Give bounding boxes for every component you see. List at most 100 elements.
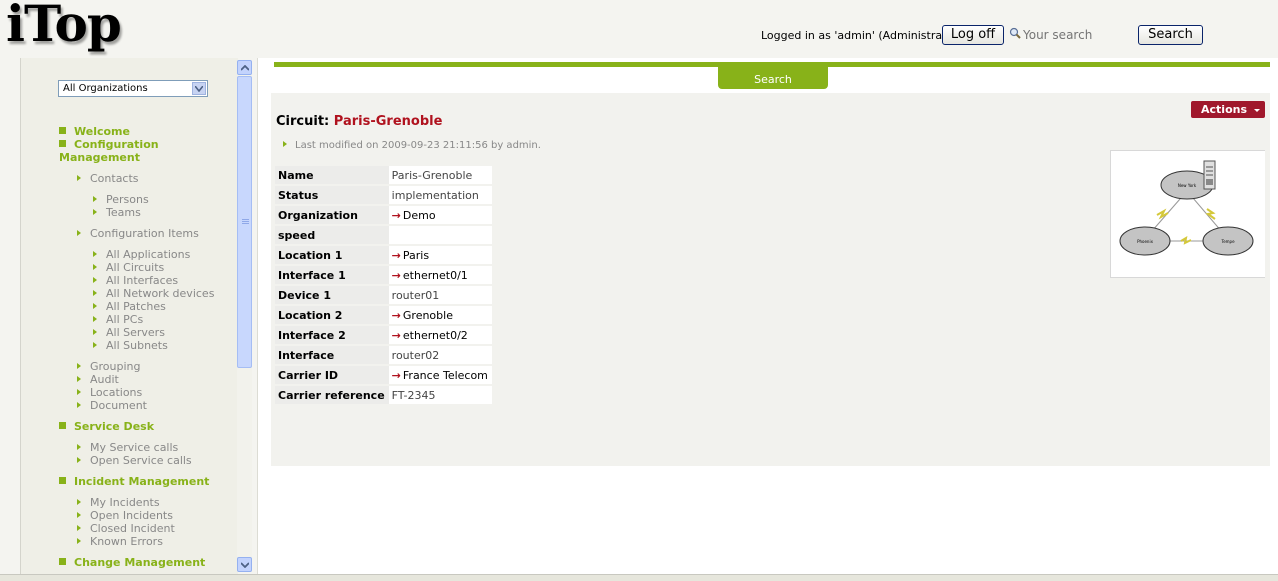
attribute-row: Interface 2 → ethernet0/2 bbox=[275, 326, 492, 344]
attribute-value[interactable]: → Demo bbox=[388, 206, 492, 224]
attribute-row: speed bbox=[275, 226, 492, 244]
itop-logo[interactable]: iTop bbox=[6, 0, 122, 53]
triangle-icon bbox=[77, 402, 81, 408]
global-search-input[interactable] bbox=[1023, 26, 1135, 44]
attribute-row: Name Paris-Grenoble bbox=[275, 166, 492, 184]
menu-grouping[interactable]: Grouping bbox=[77, 360, 141, 373]
link-arrow-icon: → bbox=[391, 208, 401, 222]
bullet-icon bbox=[59, 558, 66, 565]
menu-persons[interactable]: Persons bbox=[93, 193, 149, 206]
menu-contacts[interactable]: Contacts bbox=[77, 172, 139, 185]
menu-configuration-management[interactable]: Configuration bbox=[59, 138, 159, 151]
attribute-row: Location 1 → Paris bbox=[275, 246, 492, 264]
menu-locations-label: Locations bbox=[90, 386, 143, 399]
attribute-link[interactable]: Demo bbox=[403, 209, 436, 222]
triangle-icon bbox=[93, 342, 97, 348]
attribute-value[interactable]: → Grenoble bbox=[388, 306, 492, 324]
menu-ci-item[interactable]: All Interfaces bbox=[93, 274, 178, 287]
scroll-up-icon[interactable] bbox=[237, 60, 252, 75]
menu-ci-item[interactable]: All Circuits bbox=[93, 261, 164, 274]
attribute-link[interactable]: France Telecom bbox=[403, 369, 488, 382]
menu-contacts-label: Contacts bbox=[90, 172, 139, 185]
menu-configuration-items[interactable]: Configuration Items bbox=[77, 227, 199, 240]
menu-change-management-label: Change Management bbox=[74, 556, 206, 569]
diagram-node-left: Phoenix bbox=[1137, 239, 1154, 244]
menu-ci-item-label: All PCs bbox=[106, 313, 144, 326]
bullet-icon bbox=[59, 422, 66, 429]
menu-audit[interactable]: Audit bbox=[77, 373, 119, 386]
link-arrow-icon: → bbox=[391, 368, 401, 382]
organization-select-value: All Organizations bbox=[63, 83, 148, 94]
attribute-link[interactable]: ethernet0/2 bbox=[403, 329, 468, 342]
menu-service-desk[interactable]: Service Desk bbox=[59, 420, 154, 433]
organization-select[interactable]: All Organizations bbox=[58, 80, 208, 97]
scrollbar-thumb[interactable] bbox=[237, 76, 252, 368]
search-button[interactable]: Search bbox=[1138, 25, 1203, 45]
menu-document[interactable]: Document bbox=[77, 399, 147, 412]
menu-config-items-label: Configuration Items bbox=[90, 227, 199, 240]
attribute-label: Location 2 bbox=[275, 306, 389, 324]
menu-open-incidents-label: Open Incidents bbox=[90, 509, 173, 522]
menu-locations[interactable]: Locations bbox=[77, 386, 142, 399]
menu-my-incidents[interactable]: My Incidents bbox=[77, 496, 160, 509]
search-drawer-tab[interactable]: Search bbox=[718, 67, 828, 89]
attribute-label: Device 1 bbox=[275, 286, 389, 304]
menu-closed-incident-label: Closed Incident bbox=[90, 522, 175, 535]
triangle-icon bbox=[77, 175, 81, 181]
attribute-value[interactable]: → ethernet0/1 bbox=[388, 266, 492, 284]
menu-ci-item[interactable]: All PCs bbox=[93, 313, 143, 326]
triangle-icon bbox=[93, 290, 97, 296]
menu-configuration-management-cont[interactable]: Management bbox=[59, 151, 140, 164]
menu-closed-incident[interactable]: Closed Incident bbox=[77, 522, 175, 535]
attribute-value[interactable]: → ethernet0/2 bbox=[388, 326, 492, 344]
object-details-panel: Actions Circuit: Paris-Grenoble Last mod… bbox=[271, 93, 1270, 466]
logoff-button[interactable]: Log off bbox=[942, 25, 1004, 45]
attribute-value bbox=[388, 226, 492, 244]
menu-incident-management[interactable]: Incident Management bbox=[59, 475, 209, 488]
attribute-value: router02 bbox=[388, 346, 492, 364]
attribute-value: FT-2345 bbox=[388, 386, 492, 404]
triangle-icon bbox=[93, 264, 97, 270]
menu-open-service-calls[interactable]: Open Service calls bbox=[77, 454, 192, 467]
menu-change-management[interactable]: Change Management bbox=[59, 556, 205, 569]
chevron-down-icon bbox=[1254, 109, 1260, 112]
attribute-value: Paris-Grenoble bbox=[388, 166, 492, 184]
triangle-icon bbox=[93, 209, 97, 215]
menu-open-service-calls-label: Open Service calls bbox=[90, 454, 192, 467]
menu-ci-item[interactable]: All Patches bbox=[93, 300, 166, 313]
menu-ci-item[interactable]: All Subnets bbox=[93, 339, 168, 352]
triangle-icon bbox=[93, 251, 97, 257]
actions-menu-button[interactable]: Actions bbox=[1191, 101, 1265, 118]
attribute-link[interactable]: Grenoble bbox=[403, 309, 453, 322]
attribute-link[interactable]: Paris bbox=[403, 249, 429, 262]
menu-ci-item[interactable]: All Applications bbox=[93, 248, 190, 261]
history-toggle[interactable]: Last modified on 2009-09-23 21:11:56 by … bbox=[283, 140, 541, 151]
attribute-value[interactable]: → Paris bbox=[388, 246, 492, 264]
attribute-row: Interface router02 bbox=[275, 346, 492, 364]
attribute-label: Name bbox=[275, 166, 389, 184]
triangle-icon bbox=[93, 329, 97, 335]
attribute-label: Interface bbox=[275, 346, 389, 364]
chevron-down-icon[interactable] bbox=[192, 82, 206, 95]
menu-ci-item-label: All Interfaces bbox=[106, 274, 179, 287]
attribute-value[interactable]: → France Telecom bbox=[388, 366, 492, 384]
triangle-icon bbox=[77, 525, 81, 531]
scroll-down-icon[interactable] bbox=[237, 557, 252, 572]
attribute-row: Organization → Demo bbox=[275, 206, 492, 224]
triangle-icon bbox=[93, 303, 97, 309]
menu-incident-management-label: Incident Management bbox=[74, 475, 210, 488]
menu-known-errors[interactable]: Known Errors bbox=[77, 535, 163, 548]
menu-my-service-calls[interactable]: My Service calls bbox=[77, 441, 178, 454]
menu-ci-item[interactable]: All Network devices bbox=[93, 287, 214, 300]
menu-ci-item[interactable]: All Servers bbox=[93, 326, 165, 339]
actions-label: Actions bbox=[1201, 103, 1247, 116]
menu-teams[interactable]: Teams bbox=[93, 206, 141, 219]
triangle-icon bbox=[77, 444, 81, 450]
menu-welcome[interactable]: Welcome bbox=[59, 125, 130, 138]
sidebar-scrollbar[interactable] bbox=[237, 60, 252, 572]
triangle-icon bbox=[93, 316, 97, 322]
diagram-node-right: Tempe bbox=[1220, 239, 1235, 244]
attribute-link[interactable]: ethernet0/1 bbox=[403, 269, 468, 282]
link-arrow-icon: → bbox=[391, 308, 401, 322]
menu-open-incidents[interactable]: Open Incidents bbox=[77, 509, 173, 522]
